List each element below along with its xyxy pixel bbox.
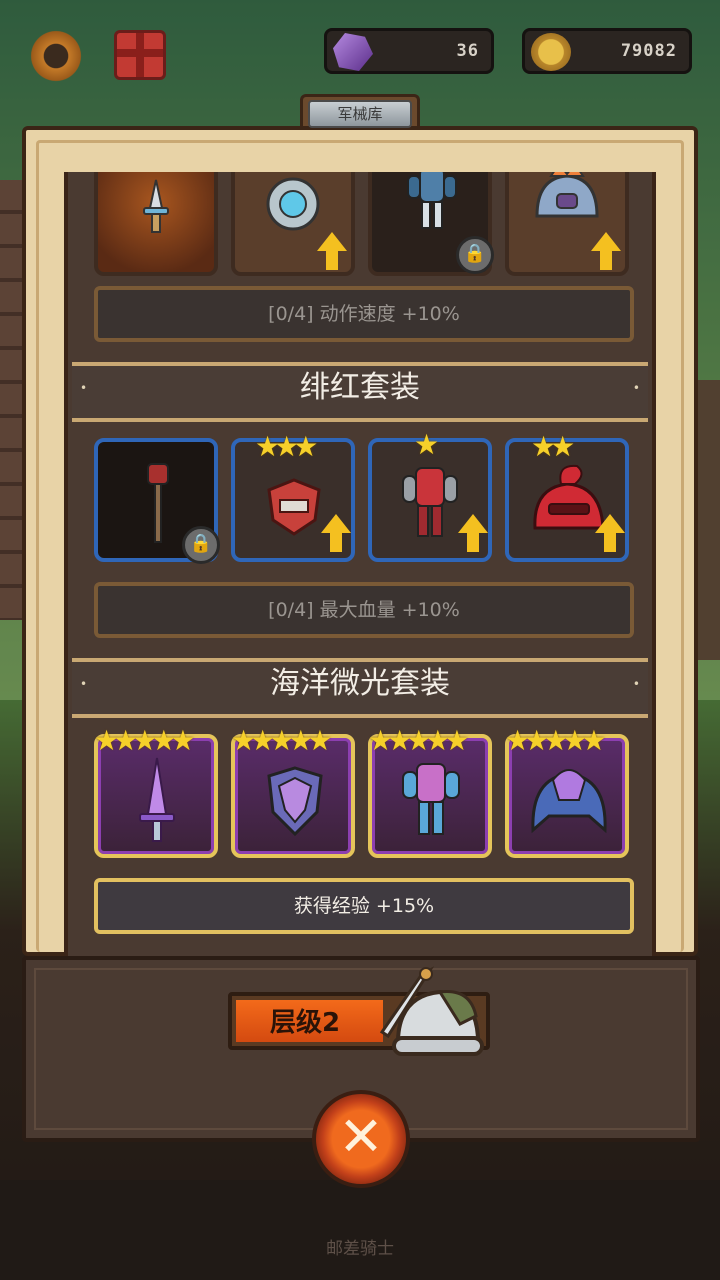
knight-helmet-icon bbox=[380, 966, 484, 1056]
star-rating: ★★★★★ bbox=[505, 724, 606, 757]
set-title: 绯红套装 bbox=[72, 362, 648, 422]
tier-label: 层级2 bbox=[270, 1008, 341, 1038]
coin-icon bbox=[531, 33, 571, 71]
armor-icon bbox=[402, 763, 460, 835]
item-slot[interactable]: ★★★★★ bbox=[231, 724, 355, 858]
helmet-icon bbox=[533, 464, 605, 530]
item-slot[interactable]: ★★★★★ bbox=[368, 724, 492, 858]
upgrade-arrow-icon bbox=[591, 232, 621, 270]
shield-icon bbox=[267, 766, 323, 837]
item-slot[interactable] bbox=[94, 172, 218, 276]
lock-icon: 🔒 bbox=[182, 526, 220, 564]
item-slot[interactable]: ★★★★★ bbox=[505, 724, 629, 858]
sword-icon bbox=[139, 757, 175, 842]
upgrade-arrow-icon bbox=[317, 232, 347, 270]
armor-icon bbox=[402, 467, 458, 537]
shield-icon bbox=[267, 478, 321, 536]
lock-icon: 🔒 bbox=[456, 236, 494, 274]
helmet-icon bbox=[535, 172, 599, 218]
item-slot[interactable] bbox=[231, 172, 355, 276]
set-bonus: [0/4] 动作速度 +10% bbox=[94, 286, 634, 342]
star-rating: ★★★ bbox=[255, 430, 318, 463]
coin-count: 79082 bbox=[620, 41, 677, 61]
item-slot[interactable]: ★ bbox=[368, 428, 492, 562]
set-title: 海洋微光套装 bbox=[72, 658, 648, 718]
coin-counter: 79082 bbox=[522, 28, 692, 74]
star-rating: ★ bbox=[414, 428, 439, 461]
helmet-icon bbox=[531, 769, 607, 834]
star-rating: ★★ bbox=[531, 430, 575, 463]
star-rating: ★★★★★ bbox=[368, 724, 469, 757]
close-icon: ✕ bbox=[338, 1105, 384, 1168]
close-button[interactable]: ✕ bbox=[312, 1090, 410, 1188]
gift-icon[interactable] bbox=[114, 30, 166, 80]
item-slot[interactable]: ★★★★★ bbox=[94, 724, 218, 858]
item-slot[interactable]: ★★★ bbox=[231, 430, 355, 562]
item-slot[interactable]: 🔒 bbox=[94, 438, 220, 564]
armor-icon bbox=[407, 172, 457, 229]
set-bonus: [0/4] 最大血量 +10% bbox=[94, 582, 634, 638]
mace-icon bbox=[147, 463, 169, 543]
star-rating: ★★★★★ bbox=[231, 724, 332, 757]
gem-count: 36 bbox=[456, 41, 479, 61]
item-slot[interactable]: ★★ bbox=[505, 430, 629, 562]
armory-title: 军械库 bbox=[308, 100, 412, 128]
star-rating: ★★★★★ bbox=[94, 724, 195, 757]
footer-watermark: 邮差骑士 bbox=[326, 1239, 394, 1259]
gem-icon bbox=[333, 33, 373, 71]
item-slot[interactable] bbox=[505, 172, 629, 276]
set-bonus: 获得经验 +15% bbox=[94, 878, 634, 934]
gem-counter: 36 bbox=[324, 28, 494, 74]
item-slot[interactable]: 🔒 bbox=[368, 172, 494, 276]
gear-icon[interactable] bbox=[28, 28, 84, 84]
upgrade-arrow-icon bbox=[321, 514, 351, 552]
upgrade-arrow-icon bbox=[458, 514, 488, 552]
equipment-set-list[interactable]: 🔒 [0/4] 动作速度 +10% 绯红套装 🔒 ★★★ bbox=[64, 172, 656, 956]
round-shield-icon bbox=[266, 177, 320, 231]
dagger-icon bbox=[143, 179, 169, 233]
